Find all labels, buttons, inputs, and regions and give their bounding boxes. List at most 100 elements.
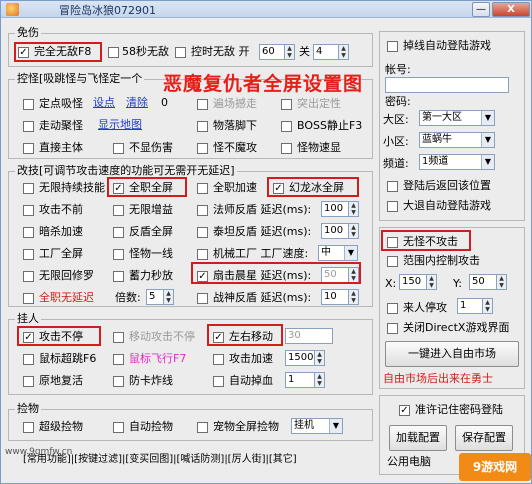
range-attack-checkbox[interactable] (387, 256, 398, 267)
invincible-open-spinner[interactable]: ▲ ▼ (284, 44, 295, 60)
public-pc-label: 公用电脑 (387, 455, 431, 468)
skill-checkbox[interactable] (23, 271, 34, 282)
set-point-link[interactable]: 设点 (93, 96, 115, 110)
multiplier-spinner[interactable]: ▲ ▼ (163, 289, 174, 305)
auto-login-label: 大退自动登陆游戏 (403, 199, 491, 212)
war-delay-spinner[interactable]: ▲ ▼ (348, 289, 359, 305)
invincible-close-spinner[interactable]: ▲ ▼ (338, 44, 349, 60)
chevron-down-icon[interactable]: ▼ (481, 155, 494, 169)
x-spinner[interactable]: ▲ ▼ (426, 274, 437, 290)
stop-on-visitor-checkbox[interactable] (387, 303, 398, 314)
skill-checkbox[interactable] (23, 227, 34, 238)
super-pickup-label: 超级捡物 (39, 420, 83, 433)
skill-label: 反盾全屏 (129, 225, 173, 238)
monster-speed-checkbox[interactable] (281, 143, 292, 154)
highlight-box (267, 177, 359, 197)
control-invincible-checkbox[interactable] (175, 47, 186, 58)
revive-checkbox[interactable] (23, 376, 34, 387)
chevron-down-icon[interactable]: ▼ (481, 111, 494, 125)
war-delay-input[interactable]: 10 (321, 289, 349, 305)
auto-drop-checkbox[interactable] (213, 376, 224, 387)
visitor-spinner[interactable]: ▲ ▼ (482, 298, 493, 314)
x-input[interactable]: 150 (399, 274, 427, 290)
anti-bomb-label: 防卡炸线 (129, 374, 173, 387)
titan-delay-spinner[interactable]: ▲ ▼ (348, 223, 359, 239)
skill-checkbox[interactable] (197, 249, 208, 260)
invincible-open-input[interactable]: 60 (259, 44, 285, 60)
attack-speed-input[interactable]: 1500 (285, 350, 315, 366)
anti-bomb-checkbox[interactable] (113, 376, 124, 387)
return-pos-checkbox[interactable] (387, 181, 398, 192)
account-input[interactable] (385, 77, 509, 93)
auto-drop-spinner[interactable]: ▲ ▼ (314, 372, 325, 388)
skill-checkbox[interactable] (113, 205, 124, 216)
no-damage-checkbox[interactable] (113, 143, 124, 154)
y-spinner[interactable]: ▲ ▼ (496, 274, 507, 290)
skill-checkbox[interactable] (197, 227, 208, 238)
skill-checkbox[interactable] (197, 183, 208, 194)
attack-main-checkbox[interactable] (23, 143, 34, 154)
skill-checkbox[interactable] (197, 293, 208, 304)
full-scene-checkbox[interactable] (197, 99, 208, 110)
super-pickup-checkbox[interactable] (23, 422, 34, 433)
attack-speed-checkbox[interactable] (213, 354, 224, 365)
y-input[interactable]: 50 (469, 274, 497, 290)
minimize-button[interactable]: — (472, 2, 490, 17)
skill-checkbox[interactable] (113, 249, 124, 260)
skill-checkbox[interactable] (113, 271, 124, 282)
fixed-suck-checkbox[interactable] (23, 99, 34, 110)
enter-market-button[interactable]: 一键进入自由市场 (385, 341, 519, 367)
skill-checkbox[interactable] (23, 249, 34, 260)
skill-label: 法师反盾 延迟(ms): (213, 203, 312, 216)
highlight-fix-checkbox[interactable] (281, 99, 292, 110)
region-label: 大区: (383, 113, 409, 126)
auto-drop-input[interactable]: 1 (285, 372, 315, 388)
fall-checkbox[interactable] (197, 121, 208, 132)
multiplier-input[interactable]: 5 (146, 289, 164, 305)
invincible-close-label: 关 (299, 45, 310, 58)
mage-delay-spinner[interactable]: ▲ ▼ (348, 201, 359, 217)
show-map-link[interactable]: 显示地图 (98, 118, 142, 132)
close-directx-checkbox[interactable] (387, 323, 398, 334)
auto-pickup-checkbox[interactable] (113, 422, 124, 433)
title-bar: 冒险岛冰狼072901 — X (1, 1, 531, 18)
pet-pickup-checkbox[interactable] (197, 422, 208, 433)
skill-label: 暗杀加速 (39, 225, 83, 238)
chevron-down-icon[interactable]: ▼ (481, 133, 494, 147)
auto-relogin-checkbox[interactable] (387, 41, 398, 52)
left-right-input[interactable]: 30 (285, 328, 333, 344)
skill-checkbox[interactable] (23, 183, 34, 194)
skill-checkbox[interactable] (197, 205, 208, 216)
clear-link[interactable]: 清除 (126, 96, 148, 110)
subregion-label: 小区: (383, 135, 409, 148)
close-button[interactable]: X (492, 2, 530, 17)
titan-delay-input[interactable]: 100 (321, 223, 349, 239)
skill-label: 泰坦反盾 延迟(ms): (213, 225, 312, 238)
attack-speed-spinner[interactable]: ▲ ▼ (314, 350, 325, 366)
highlight-box (191, 262, 361, 284)
invincible-close-input[interactable]: 4 (313, 44, 339, 60)
boss-stop-checkbox[interactable] (281, 121, 292, 132)
mouse-jump-checkbox[interactable] (23, 354, 34, 365)
visitor-input[interactable]: 1 (457, 298, 483, 314)
chevron-down-icon[interactable]: ▼ (344, 246, 357, 260)
skill-checkbox[interactable] (23, 293, 34, 304)
move-no-stop-checkbox[interactable] (113, 332, 124, 343)
fixed-suck-label: 定点吸怪 (39, 97, 83, 110)
no-magic-attack-checkbox[interactable] (197, 143, 208, 154)
move-no-stop-label: 移动攻击不停 (129, 330, 195, 343)
save-config-button[interactable]: 保存配置 (455, 425, 513, 451)
auto-login-checkbox[interactable] (387, 201, 398, 212)
monster-speed-label: 怪物速显 (297, 141, 341, 154)
walk-gather-checkbox[interactable] (23, 121, 34, 132)
mage-delay-input[interactable]: 100 (321, 201, 349, 217)
brand-badge: 9游戏网 (459, 453, 531, 481)
skill-checkbox[interactable] (23, 205, 34, 216)
clear-value: 0 (161, 96, 168, 109)
mouse-fly-checkbox[interactable] (113, 354, 124, 365)
load-config-button[interactable]: 加载配置 (389, 425, 447, 451)
remember-password-checkbox[interactable]: ✓ (399, 405, 410, 416)
skill-checkbox[interactable] (113, 227, 124, 238)
sec58-checkbox[interactable] (108, 47, 119, 58)
chevron-down-icon[interactable]: ▼ (329, 419, 342, 433)
